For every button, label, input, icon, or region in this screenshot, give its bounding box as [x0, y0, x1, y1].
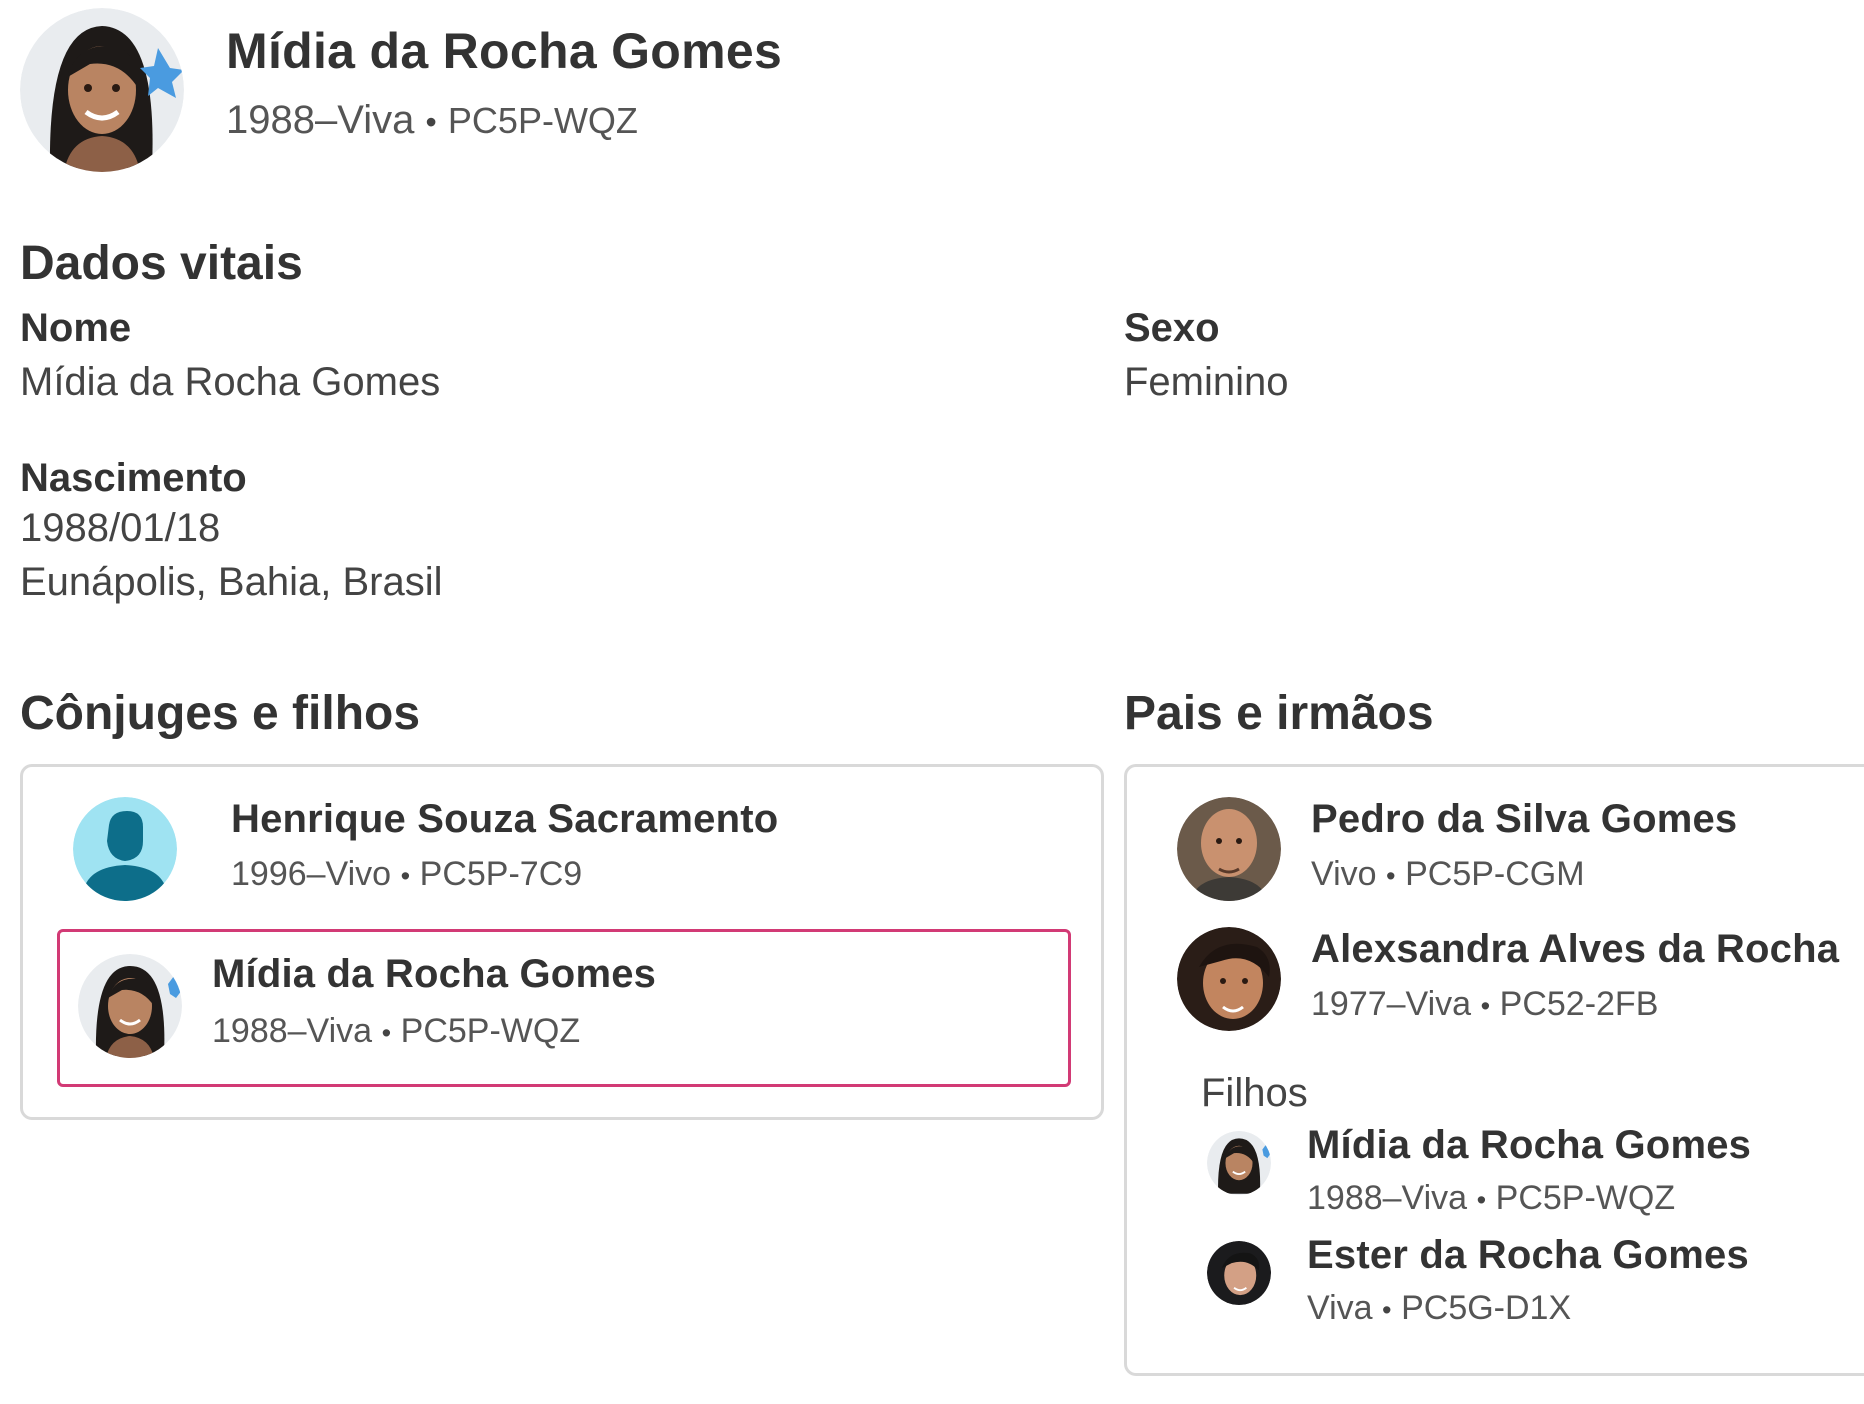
section-title-spouses: Cônjuges e filhos [20, 687, 421, 740]
sex-value[interactable]: Feminino [1124, 360, 1289, 405]
spouse-meta: 1996–Vivo • PC5P-7C9 [231, 855, 583, 893]
section-title-parents: Pais e irmãos [1124, 687, 1434, 740]
birth-label: Nascimento [20, 456, 247, 500]
mother-meta: 1977–Viva • PC52-2FB [1311, 985, 1659, 1023]
birth-date[interactable]: 1988/01/18 [20, 506, 220, 551]
lifespan: 1988–Viva [226, 98, 415, 142]
spouse-name[interactable]: Henrique Souza Sacramento [231, 797, 778, 842]
father-row[interactable]: Pedro da Silva Gomes Vivo • PC5P-CGM [1177, 797, 1864, 907]
profile-photo[interactable] [20, 8, 184, 172]
header-meta: 1988–Viva • PC5P-WQZ [226, 98, 638, 143]
section-title-vitals: Dados vitais [20, 237, 303, 290]
child-meta: 1988–Viva • PC5P-WQZ [1307, 1179, 1676, 1217]
mother-photo [1177, 927, 1281, 1031]
child-row[interactable]: Mídia da Rocha Gomes 1988–Viva • PC5P-WQZ [1207, 1123, 1864, 1233]
child-photo [1207, 1241, 1271, 1305]
default-male-avatar-icon [73, 797, 177, 901]
child-row[interactable]: Ester da Rocha Gomes Viva • PC5G-D1X [1207, 1233, 1864, 1343]
person-meta: 1988–Viva • PC5P-WQZ [212, 1012, 581, 1050]
father-name[interactable]: Pedro da Silva Gomes [1311, 797, 1737, 842]
person-id: PC5P-WQZ [447, 100, 638, 141]
person-photo [78, 954, 182, 1058]
birth-place[interactable]: Eunápolis, Bahia, Brasil [20, 560, 442, 605]
children-label: Filhos [1201, 1071, 1308, 1115]
mother-name[interactable]: Alexsandra Alves da Rocha [1311, 927, 1839, 972]
mother-row[interactable]: Alexsandra Alves da Rocha 1977–Viva • PC52… [1177, 927, 1864, 1037]
page-title: Mídia da Rocha Gomes [226, 23, 783, 79]
child-photo [1207, 1131, 1271, 1195]
child-meta: Viva • PC5G-D1X [1307, 1289, 1572, 1327]
selected-person-row[interactable]: Mídia da Rocha Gomes 1988–Viva • PC5P-WQZ [57, 929, 1071, 1087]
child-name[interactable]: Ester da Rocha Gomes [1307, 1233, 1749, 1278]
person-name[interactable]: Mídia da Rocha Gomes [212, 952, 656, 997]
spouses-card: Henrique Souza Sacramento 1996–Vivo • PC5P… [20, 764, 1104, 1120]
separator-dot: • [425, 104, 437, 140]
sex-label: Sexo [1124, 306, 1220, 350]
name-value[interactable]: Mídia da Rocha Gomes [20, 360, 440, 405]
father-meta: Vivo • PC5P-CGM [1311, 855, 1585, 893]
name-label: Nome [20, 306, 132, 350]
spouse-row[interactable]: Henrique Souza Sacramento 1996–Vivo • PC5P… [73, 797, 1073, 907]
parents-card: Pedro da Silva Gomes Vivo • PC5P-CGM Alexs… [1124, 764, 1864, 1376]
father-photo [1177, 797, 1281, 901]
child-name[interactable]: Mídia da Rocha Gomes [1307, 1123, 1751, 1168]
